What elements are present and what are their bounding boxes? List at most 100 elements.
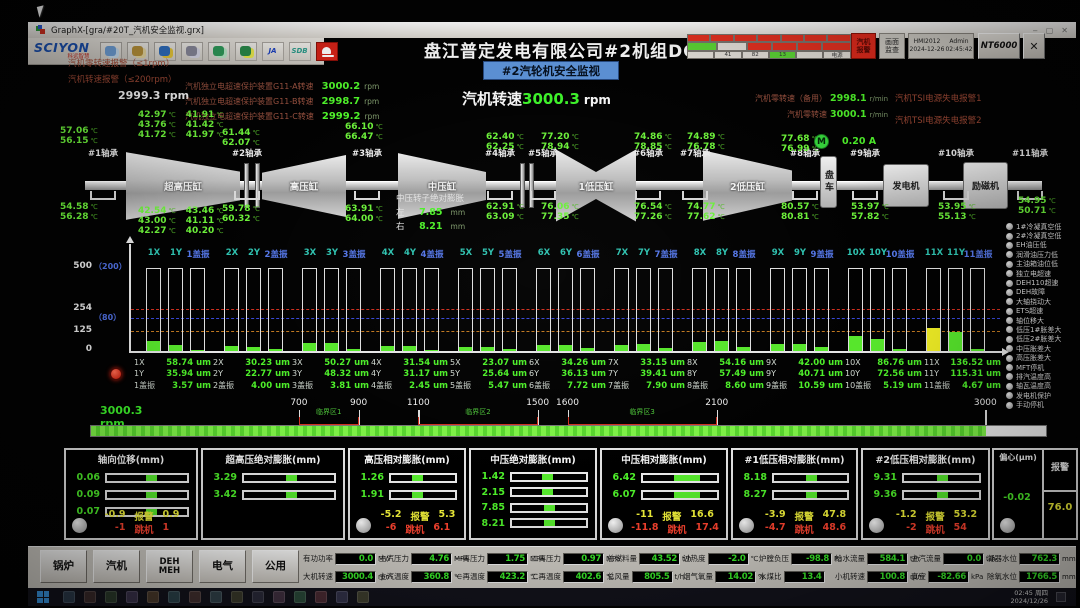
nav-button[interactable]: 公用 <box>252 550 299 583</box>
taskbar-app-icon[interactable] <box>189 591 201 603</box>
main-turbine-speed: 汽机转速3000.3rpm <box>462 88 611 109</box>
os-taskbar: 02:45 周四 2024/12/26 <box>28 588 1076 606</box>
taskbar-app-icon[interactable] <box>147 591 159 603</box>
vibration-bar <box>224 268 239 352</box>
bearing-label: #2轴承 <box>223 147 271 159</box>
vibration-bar <box>502 268 517 352</box>
alarm-lamp-item: DEH故障 <box>1006 288 1078 297</box>
temp-line: 61.44℃ <box>222 128 260 138</box>
taskbar-app-icon[interactable] <box>63 591 75 603</box>
temp-value: 56.28℃ <box>60 212 98 222</box>
taskbar-app-icon[interactable] <box>294 591 306 603</box>
gauge-value: 8.21 <box>476 518 505 529</box>
nav-button[interactable]: DEHMEH <box>146 550 193 583</box>
temp-line: 41.72℃41.97℃ <box>138 130 224 140</box>
start-button-icon[interactable] <box>37 591 49 603</box>
ja-logo-icon[interactable]: JA <box>262 42 284 61</box>
temp-value: 76.54℃ <box>634 202 672 212</box>
alarm-grid-cell: 82 <box>742 51 769 59</box>
vibration-bar-fill <box>481 347 494 351</box>
vibration-bar <box>458 268 473 352</box>
turbine-alarm-button[interactable]: 汽机 报警 <box>851 33 876 59</box>
taskbar-app-icon[interactable] <box>231 591 243 603</box>
panel-alarm-limits: -0.9报警0.9 <box>92 509 192 523</box>
nav-button[interactable]: 锅炉 <box>40 550 87 583</box>
sdb-logo-icon[interactable]: SDB <box>289 42 311 61</box>
status-value-box: 43.52 <box>639 553 680 565</box>
gauge-marker <box>542 489 553 495</box>
taskbar-app-icon[interactable] <box>252 591 264 603</box>
status-label: 主汽流量 <box>911 553 941 564</box>
taskbar-app-icon[interactable] <box>168 591 180 603</box>
vibration-value-row: 9Y40.71 um <box>766 369 843 380</box>
vibration-bar <box>558 268 573 352</box>
g11a-speed: 汽机独立电超速保护装置G11-A转速3000.2rpm <box>185 81 379 92</box>
vibration-value-column: 6X34.26 um6Y36.13 um6盖振7.72 um <box>529 358 606 391</box>
vibration-value-row: 1X58.74 um <box>134 358 211 369</box>
close-window-icon[interactable]: ✕ <box>1061 26 1068 35</box>
taskbar-clock[interactable]: 02:45 周四 2024/12/26 <box>1011 589 1048 605</box>
zero-speed-backup: 汽机零转速（备用）2998.1r/min <box>731 93 888 104</box>
temp-block: 54.95℃50.71℃ <box>1018 196 1056 216</box>
temp-line: 80.57℃ <box>781 202 819 212</box>
maximize-icon[interactable]: ▢ <box>1046 26 1054 35</box>
status-field: 给水流量584.1t/h <box>835 551 920 566</box>
tray-icon[interactable] <box>1056 592 1066 602</box>
monitor-icon[interactable] <box>208 42 230 61</box>
alarm-grid-cell <box>781 34 804 42</box>
taskbar-app-icon[interactable] <box>210 591 222 603</box>
alarm-bell-icon[interactable] <box>316 42 338 61</box>
temp-value: 59.78℃ <box>222 204 260 214</box>
nav-button[interactable]: 汽机 <box>93 550 140 583</box>
temp-value: 76.99℃ <box>781 144 819 154</box>
ops-button[interactable]: 画面 监查 <box>879 33 905 59</box>
temp-block: 57.06℃56.15℃ <box>60 126 98 146</box>
vibration-value-row: 10X86.76 um <box>845 358 922 369</box>
taskbar-app-icon[interactable] <box>357 591 369 603</box>
temp-line: 42.97℃41.91℃ <box>138 110 224 120</box>
taskbar-app-icon[interactable] <box>84 591 96 603</box>
status-value-box: 0.97 <box>563 553 604 565</box>
taskbar-app-icon[interactable] <box>126 591 138 603</box>
indicator-lamp <box>356 518 371 533</box>
temp-block: 63.91℃64.00℃ <box>345 204 383 224</box>
gauges-icon[interactable] <box>181 42 203 61</box>
vibration-value-row: 11盖振4.67 um <box>924 380 1001 391</box>
vibration-bar-fill <box>459 347 472 351</box>
vibration-bar-fill <box>269 349 282 351</box>
alarm-grid-row <box>687 42 851 50</box>
close-button[interactable]: ✕ <box>1023 33 1045 59</box>
status-value-box: -2.0 <box>708 553 749 565</box>
temp-value: 74.89℃ <box>687 132 725 142</box>
status-label: 小机转速 <box>835 571 865 582</box>
eccentricity-panel: 偏心(μm) -0.02 报警 76.0 <box>992 448 1078 540</box>
gauge-row: 1.26 <box>355 469 457 486</box>
gauge-row: 3.29 <box>208 469 336 486</box>
nt6000-button[interactable]: NT6000 <box>978 33 1020 59</box>
temp-block: 62.91℃63.09℃ <box>486 202 524 222</box>
bell-shape <box>322 47 331 54</box>
status-label: 真空 <box>911 571 926 582</box>
speed-tick-label: 1600 <box>550 398 586 408</box>
status-label: 二再压力 <box>531 553 561 564</box>
gauge-value: 0.09 <box>71 489 100 500</box>
vibration-bar <box>190 268 205 352</box>
vibration-bar-fill <box>737 347 750 351</box>
page-subtitle: #2汽轮机安全监视 <box>483 61 619 80</box>
temp-line: 53.97℃ <box>851 202 889 212</box>
alarm-grid-row: 418213电源 <box>687 51 851 59</box>
turning-gear-motor-icon: M <box>814 134 829 149</box>
taskbar-app-icon[interactable] <box>273 591 285 603</box>
nav-button[interactable]: 电气 <box>199 550 246 583</box>
gauge-value: 0.06 <box>71 472 100 483</box>
cylinder-label: 高压缸 <box>290 179 319 193</box>
indicator-lamp <box>739 518 754 533</box>
taskbar-app-icon[interactable] <box>315 591 327 603</box>
vibration-bar-fill <box>325 343 338 351</box>
panel-trip-limits: -4.7跳机48.6 <box>759 522 852 536</box>
y-axis-arrow-icon <box>126 236 134 243</box>
taskbar-app-icon[interactable] <box>336 591 348 603</box>
cards-icon[interactable] <box>235 42 257 61</box>
taskbar-app-icon[interactable] <box>105 591 117 603</box>
temp-line: 74.86℃ <box>634 132 672 142</box>
